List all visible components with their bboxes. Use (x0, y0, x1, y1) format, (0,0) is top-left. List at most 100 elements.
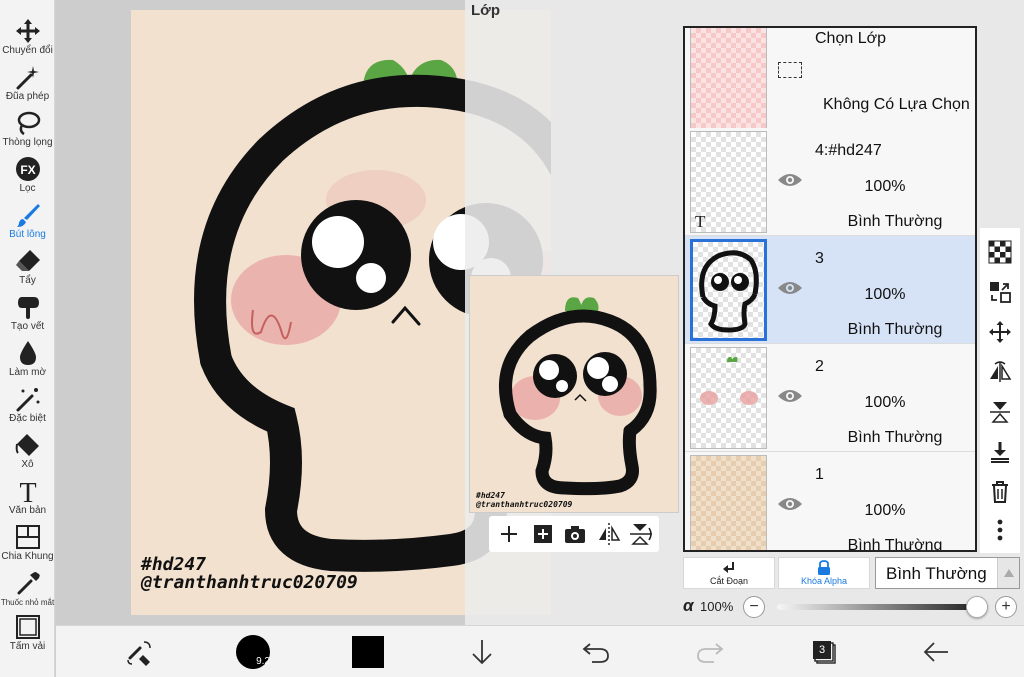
merge-down-icon[interactable] (988, 440, 1012, 464)
eye-icon[interactable] (777, 387, 803, 405)
layer-name: 4:#hd247 (815, 142, 882, 159)
tool-eraser[interactable]: Tẩy (0, 244, 55, 289)
bucket-icon (15, 434, 39, 456)
alpha-lock-label: Khóa Alpha (800, 576, 848, 586)
layer-side-tools (980, 228, 1020, 553)
layer-blend-mode: Bình Thường (847, 537, 943, 552)
eye-icon[interactable] (777, 495, 803, 513)
undo-icon[interactable] (580, 636, 612, 668)
layer-row[interactable]: 2 100% Bình Thường (685, 344, 975, 452)
tool-label: Tạo vết (10, 321, 45, 332)
alpha-lock-button[interactable]: Khóa Alpha (778, 557, 870, 589)
eye-icon[interactable] (777, 171, 803, 189)
color-swatch[interactable] (352, 636, 384, 668)
back-arrow-icon[interactable] (920, 636, 952, 668)
layer-thumbnail: T (690, 131, 767, 233)
magic-wand-icon (16, 66, 39, 90)
layer-list: Chọn Lớp Không Có Lựa Chọn T 4:#hd247 10… (683, 26, 977, 552)
redo-icon[interactable] (694, 636, 726, 668)
layer-panel-title: Lớp (471, 2, 500, 19)
smudge-icon (17, 297, 39, 319)
opacity-decrease-button[interactable]: − (743, 596, 765, 618)
layer-swap-icon[interactable] (988, 280, 1012, 304)
layer-name: 2 (815, 358, 824, 375)
text-layer-badge: T (695, 212, 706, 231)
brush-size-button[interactable]: 9.2 (236, 635, 270, 669)
layer-thumbnail (690, 239, 767, 341)
more-options-icon[interactable] (988, 518, 1012, 542)
svg-text:T: T (19, 478, 36, 505)
tool-transform[interactable]: Chuyển đổi (0, 14, 55, 59)
canvas-preview[interactable]: #hd247 @tranthanhtruc020709 (469, 275, 679, 513)
tool-label: Thuốc nhỏ mắt (0, 598, 55, 607)
blend-mode-dropdown[interactable] (997, 558, 1019, 588)
tool-bucket[interactable]: Xô (0, 428, 55, 473)
tool-label: Làm mờ (8, 367, 47, 378)
opacity-control: α 100% − + (683, 596, 1019, 618)
preview-watermark-tag: #hd247 (476, 491, 505, 500)
tool-frame-divider[interactable]: Chia Khung (0, 520, 55, 565)
clip-arrow-icon (723, 562, 734, 573)
tool-brush[interactable]: Bút lông (0, 198, 55, 243)
tool-magic-wand[interactable]: Đũa phép (0, 60, 55, 105)
layer-opacity: 100% (864, 502, 906, 519)
tool-label: Đặc biệt (9, 413, 46, 424)
tool-eyedropper[interactable]: Thuốc nhỏ mắt (0, 566, 55, 611)
alpha-lock-icon (818, 560, 830, 575)
tool-label: Xô (21, 459, 34, 470)
brush-eraser-swap-icon[interactable] (124, 636, 156, 668)
tool-filter[interactable]: FX Lọc (0, 152, 55, 197)
add-layer-icon[interactable] (495, 520, 523, 548)
preview-watermark-handle: @tranthanhtruc020709 (476, 500, 573, 509)
flip-layer-horizontal-icon[interactable] (988, 360, 1012, 384)
tool-label: Đũa phép (5, 91, 50, 102)
eye-icon[interactable] (777, 279, 803, 297)
flip-horizontal-icon[interactable] (595, 520, 623, 548)
tool-text[interactable]: T Văn bản (0, 474, 55, 519)
flip-vertical-icon[interactable] (627, 520, 655, 548)
arrow-down-icon[interactable] (466, 636, 498, 668)
preview-actions (489, 516, 659, 552)
filter-fx-icon: FX (15, 157, 40, 181)
tool-label: Văn bản (8, 505, 47, 516)
tool-smudge[interactable]: Tạo vết (0, 290, 55, 335)
checkerboard-icon[interactable] (988, 240, 1012, 264)
special-brush-icon (16, 388, 39, 412)
text-icon: T (19, 478, 36, 505)
tool-label: Tẩy (19, 275, 36, 286)
flip-layer-vertical-icon[interactable] (988, 400, 1012, 424)
layer-blend-mode: Bình Thường (847, 321, 943, 338)
blend-mode-select[interactable]: Bình Thường (875, 557, 1020, 589)
opacity-value: 100% (700, 599, 734, 614)
opacity-slider[interactable] (777, 604, 977, 610)
tool-lasso[interactable]: Thòng lọng (0, 106, 55, 151)
eraser-icon (15, 250, 40, 271)
preview-drawing (499, 297, 657, 496)
camera-icon[interactable] (561, 520, 589, 548)
selection-layer-title: Chọn Lớp (815, 30, 886, 47)
layer-thumb-drawing (700, 356, 758, 405)
tool-special[interactable]: Đặc biệt (0, 382, 55, 427)
selection-layer-row[interactable]: Chọn Lớp Không Có Lựa Chọn (685, 28, 975, 132)
layers-button[interactable]: 3 (812, 640, 836, 664)
clip-button[interactable]: Cắt Đoạn (683, 557, 775, 589)
opacity-increase-button[interactable]: + (995, 596, 1017, 618)
tool-label: Chia Khung (1, 551, 54, 562)
blur-drop-icon (19, 341, 36, 365)
opacity-slider-handle[interactable] (966, 596, 988, 618)
layer-row[interactable]: 1 100% Bình Thường (685, 452, 975, 552)
tool-label: Thòng lọng (2, 137, 53, 148)
tool-canvas[interactable]: Tấm vải (0, 610, 55, 655)
alpha-symbol: α (683, 596, 694, 615)
layer-row-selected[interactable]: 3 100% Bình Thường (685, 236, 975, 344)
move-layer-icon[interactable] (988, 320, 1012, 344)
triangle-up-icon (1004, 569, 1014, 577)
layer-row[interactable]: T 4:#hd247 100% Bình Thường (685, 128, 975, 236)
trash-icon[interactable] (988, 480, 1012, 504)
tool-blur[interactable]: Làm mờ (0, 336, 55, 381)
clip-button-label: Cắt Đoạn (709, 576, 749, 586)
layer-opacity: 100% (864, 178, 906, 195)
svg-text:FX: FX (20, 163, 35, 177)
layer-opacity: 100% (864, 394, 906, 411)
add-layer-box-icon[interactable] (529, 520, 557, 548)
